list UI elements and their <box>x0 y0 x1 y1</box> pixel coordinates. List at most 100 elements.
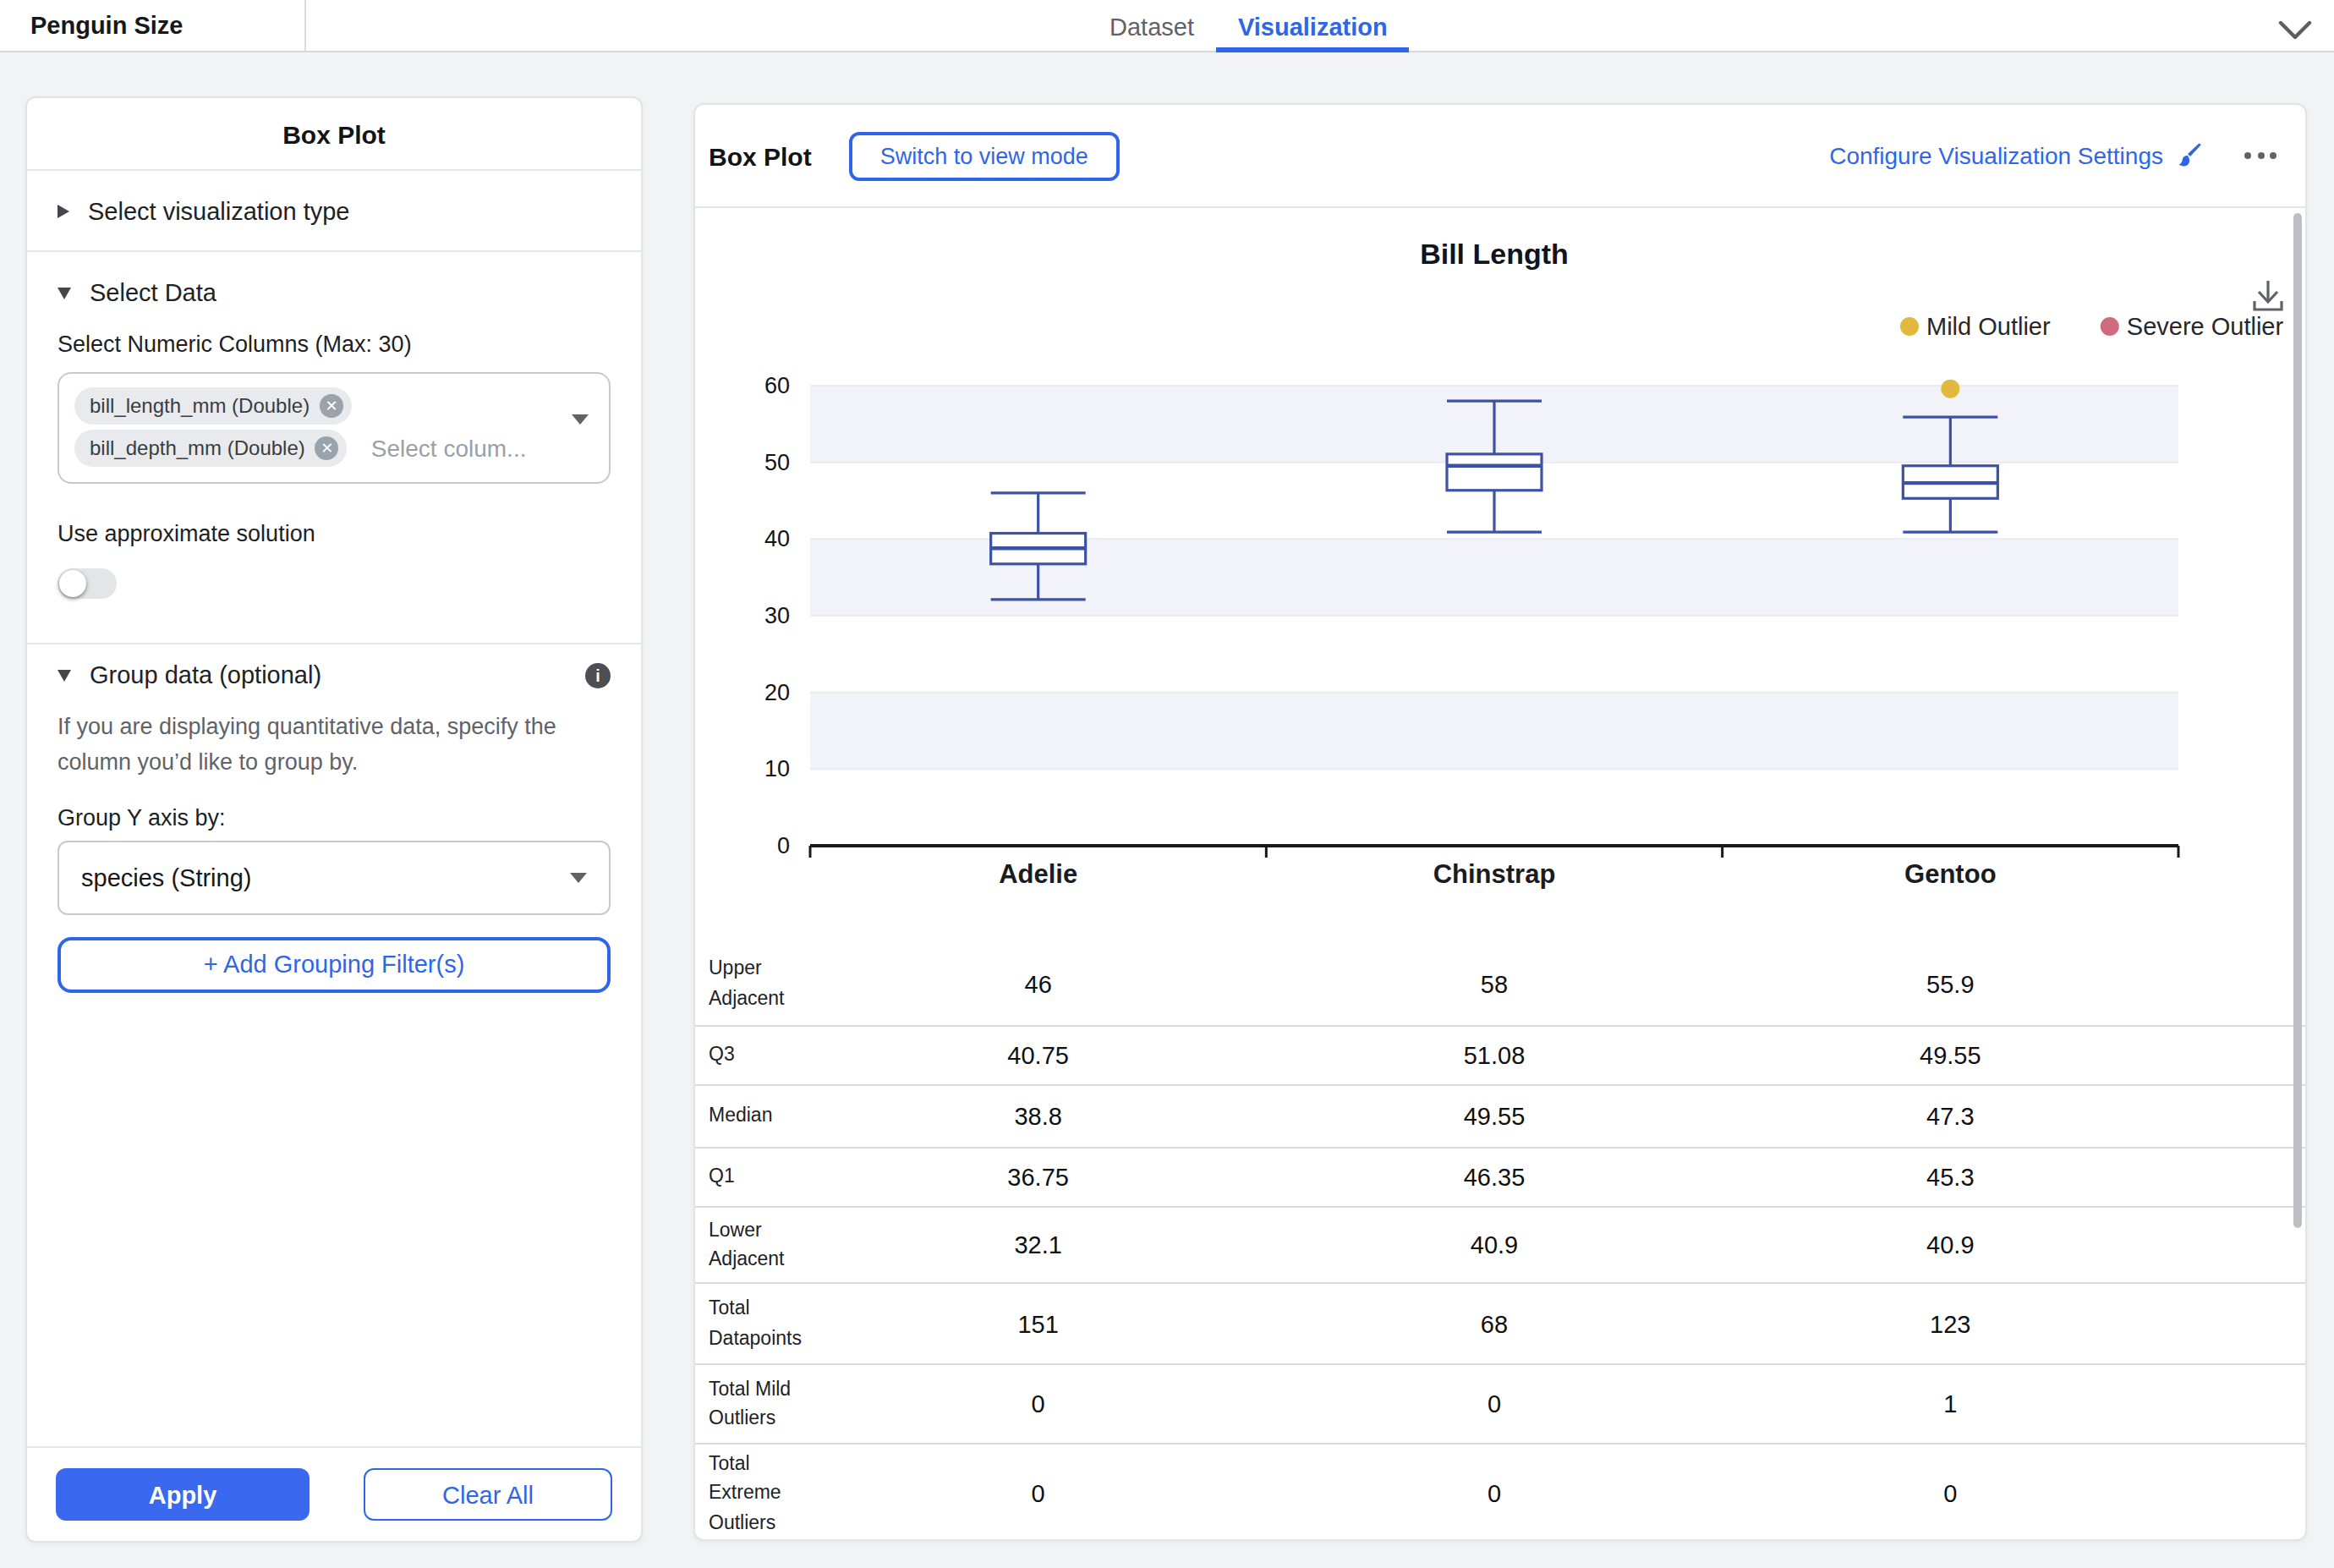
cell-value: 123 <box>1849 1310 2052 1337</box>
legend-label: Mild Outlier <box>1926 313 2051 340</box>
panel-title: Box Plot <box>27 98 641 171</box>
tab-dataset[interactable]: Dataset <box>1088 0 1216 52</box>
group-data-header[interactable]: Group data (optional) i <box>58 661 611 688</box>
y-tick-label: 30 <box>764 603 790 628</box>
table-row: Total Mild Outliers001 <box>695 1363 2305 1443</box>
visualization-title: Box Plot <box>709 141 812 170</box>
group-help-text: If you are displaying quantitative data,… <box>58 709 611 781</box>
cell-value: 45.3 <box>1849 1163 2052 1190</box>
top-bar: Penguin Size Dataset Visualization <box>0 0 2334 52</box>
cell-value: 49.55 <box>1849 1042 2052 1069</box>
main-tabs: Dataset Visualization <box>1088 0 1410 52</box>
toggle-knob <box>59 570 86 597</box>
group-y-label: Group Y axis by: <box>58 804 611 830</box>
scrollbar-thumb[interactable] <box>2293 213 2302 1228</box>
select-data-header[interactable]: Select Data <box>58 279 611 306</box>
cell-value: 47.3 <box>1849 1103 2052 1130</box>
tab-visualization[interactable]: Visualization <box>1216 0 1410 52</box>
row-label: Q1 <box>695 1162 814 1192</box>
y-tick-label: 10 <box>764 756 790 781</box>
row-label: Lower Adjacent <box>695 1215 814 1274</box>
column-chip[interactable]: bill_length_mm (Double) ✕ <box>74 387 352 425</box>
remove-chip-icon[interactable]: ✕ <box>315 436 339 460</box>
chart-title: Bill Length <box>1420 238 1569 270</box>
add-grouping-filter-button[interactable]: + Add Grouping Filter(s) <box>58 936 611 992</box>
chevron-down-icon[interactable] <box>2278 17 2312 47</box>
table-row: Total Datapoints 151 68 123 <box>695 1282 2305 1363</box>
cell-value: 49.55 <box>1393 1103 1596 1130</box>
numeric-columns-multiselect[interactable]: bill_length_mm (Double) ✕ bill_depth_mm … <box>58 372 611 484</box>
stats-table: Upper Adjacent465855.9Q340.7551.0849.55M… <box>695 942 2305 1539</box>
outlier-point <box>1941 380 1959 398</box>
row-label: Upper Adjacent <box>695 955 814 1013</box>
visualization-header: Box Plot Switch to view mode Configure V… <box>695 105 2305 208</box>
approx-toggle[interactable] <box>58 568 117 599</box>
section-label: Select Data <box>90 279 216 306</box>
y-tick-label: 60 <box>764 373 790 398</box>
table-row: Q1 36.75 46.35 45.3 <box>695 1146 2305 1205</box>
legend-label: Severe Outlier <box>2127 313 2284 340</box>
section-select-visualization-type[interactable]: Select visualization type <box>27 171 641 252</box>
cell-value: 151 <box>937 1310 1140 1337</box>
cell-value: 40.75 <box>937 1042 1140 1069</box>
row-label: Total Extreme Outliers <box>695 1450 814 1538</box>
expanded-arrow-icon <box>58 669 71 681</box>
cell-value: 40.9 <box>1849 1231 2052 1258</box>
approx-label: Use approximate solution <box>58 521 611 546</box>
download-icon <box>2255 281 2282 310</box>
visualization-panel: Box Plot Switch to view mode Configure V… <box>693 103 2307 1541</box>
cell-value: 38.8 <box>937 1103 1140 1130</box>
cell-value: 0 <box>937 1480 1140 1507</box>
column-chip[interactable]: bill_depth_mm (Double) ✕ <box>74 430 348 467</box>
legend-dot <box>2101 317 2119 336</box>
y-tick-label: 40 <box>764 526 790 551</box>
column-input-placeholder[interactable]: Select colum... <box>371 435 527 462</box>
cell-value: 46 <box>937 970 1140 997</box>
y-tick-label: 20 <box>764 680 790 705</box>
cell-value: 40.9 <box>1393 1231 1596 1258</box>
row-label: Total Mild Outliers <box>695 1375 814 1434</box>
collapsed-arrow-icon <box>58 204 69 217</box>
configure-settings-link[interactable]: Configure Visualization Settings <box>1829 142 2163 169</box>
cell-value: 68 <box>1393 1310 1596 1337</box>
paintbrush-icon[interactable] <box>2177 142 2204 169</box>
x-category-label: Adelie <box>999 859 1077 889</box>
y-tick-label: 0 <box>777 833 790 858</box>
expanded-arrow-icon <box>58 287 71 299</box>
table-row: Median 38.8 49.55 47.3 <box>695 1084 2305 1146</box>
section-label: Select visualization type <box>88 197 350 224</box>
cell-value: 32.1 <box>937 1231 1140 1258</box>
clear-all-button[interactable]: Clear All <box>364 1468 612 1521</box>
section-label: Group data (optional) <box>90 661 321 688</box>
table-row: Total Extreme Outliers 0 0 0 <box>695 1443 2305 1541</box>
table-row: Q340.7551.0849.55 <box>695 1025 2305 1084</box>
more-menu-icon[interactable] <box>2244 152 2276 159</box>
switch-view-mode-button[interactable]: Switch to view mode <box>849 131 1120 180</box>
x-category-label: Chinstrap <box>1433 859 1556 889</box>
cell-value: 0 <box>937 1390 1140 1417</box>
row-label: Total Datapoints <box>695 1295 814 1353</box>
cell-value: 46.35 <box>1393 1163 1596 1190</box>
section-group-data: Group data (optional) i If you are displ… <box>27 644 641 1446</box>
remove-chip-icon[interactable]: ✕ <box>320 394 343 418</box>
row-label: Q3 <box>695 1041 814 1071</box>
box-plot-chart: Bill Length 0 10 20 30 40 50 60 Adelie Chinstrap G… <box>695 208 2307 942</box>
y-tick-label: 50 <box>764 450 790 475</box>
cell-value: 58 <box>1393 970 1596 997</box>
cell-value: 0 <box>1393 1480 1596 1507</box>
table-row: Upper Adjacent465855.9 <box>695 942 2305 1025</box>
apply-button[interactable]: Apply <box>56 1468 310 1521</box>
info-icon[interactable]: i <box>585 662 611 688</box>
chip-label: bill_length_mm (Double) <box>90 394 310 418</box>
row-label: Median <box>695 1101 814 1131</box>
group-column-select[interactable]: species (String) <box>58 840 611 914</box>
legend-dot <box>1900 317 1919 336</box>
section-select-data: Select Data Select Numeric Columns (Max:… <box>27 252 641 644</box>
cell-value: 36.75 <box>937 1163 1140 1190</box>
file-title: Penguin Size <box>0 0 306 51</box>
x-category-label: Gentoo <box>1904 859 1997 889</box>
dropdown-caret-icon[interactable] <box>572 425 589 455</box>
app: Penguin Size Dataset Visualization Box P… <box>0 0 2334 1568</box>
cell-value: 0 <box>1393 1390 1596 1417</box>
cell-value: 0 <box>1849 1480 2052 1507</box>
